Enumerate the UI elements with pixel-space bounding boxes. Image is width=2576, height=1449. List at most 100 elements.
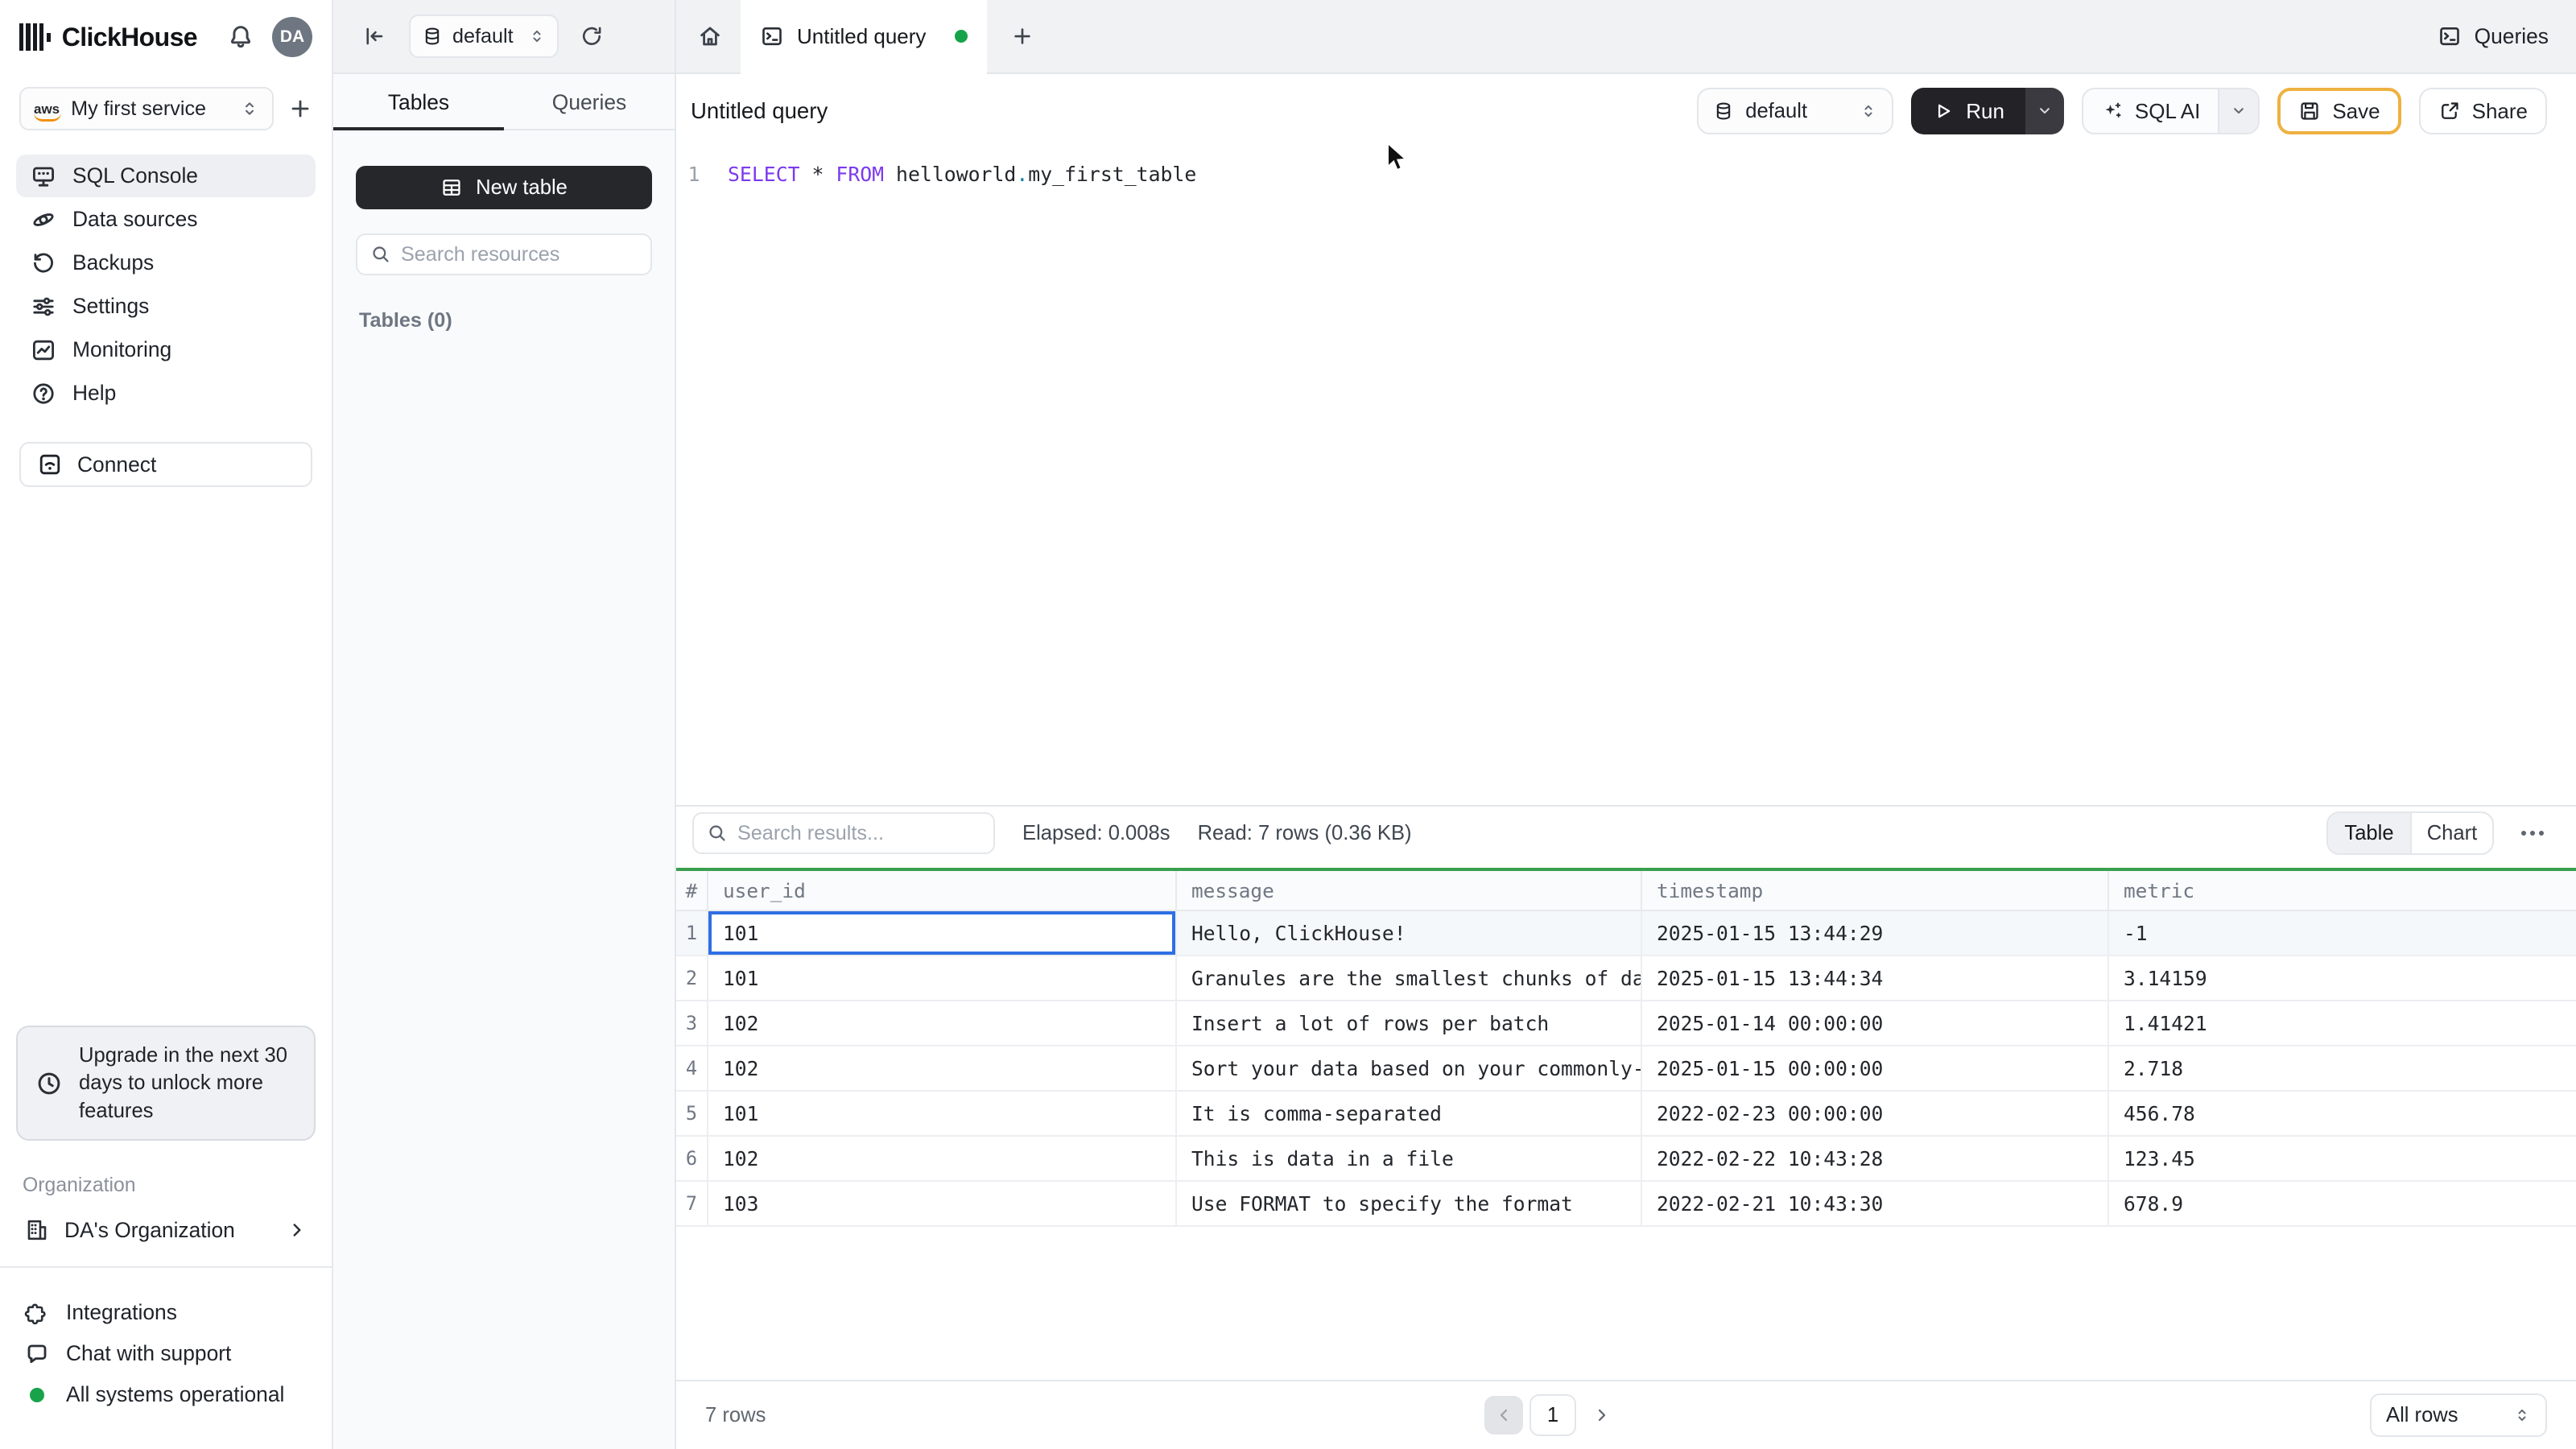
- tab-tables[interactable]: Tables: [333, 74, 504, 130]
- read-stat: Read: 7 rows (0.36 KB): [1197, 821, 1412, 844]
- table-cell[interactable]: 101: [708, 911, 1177, 955]
- more-options-icon[interactable]: [2515, 824, 2550, 842]
- integrations-label: Integrations: [66, 1300, 177, 1325]
- column-header[interactable]: message: [1177, 871, 1642, 910]
- table-cell[interactable]: -1: [2109, 911, 2576, 955]
- share-button[interactable]: Share: [2418, 88, 2547, 134]
- toolbar-buttons: default Run SQL AI Save Share: [1697, 88, 2547, 134]
- avatar[interactable]: DA: [272, 17, 312, 57]
- tab-queries[interactable]: Queries: [504, 74, 675, 130]
- sidebar-item-settings[interactable]: Settings: [16, 285, 316, 328]
- save-button[interactable]: Save: [2277, 88, 2401, 134]
- sidebar-item-backups[interactable]: Backups: [16, 242, 316, 284]
- queries-button[interactable]: Queries: [2438, 24, 2549, 49]
- toolbar-database-selector[interactable]: default: [1697, 88, 1894, 134]
- new-tab-button[interactable]: [1011, 25, 1034, 47]
- sidebar-item-label: Monitoring: [72, 337, 172, 361]
- clock-icon: [35, 1070, 63, 1097]
- row-number-cell[interactable]: 1: [676, 911, 708, 955]
- table-row: 6 102 This is data in a file 2022-02-22 10:…: [676, 1137, 2576, 1182]
- row-number-cell[interactable]: 4: [676, 1046, 708, 1090]
- table-cell[interactable]: 456.78: [2109, 1092, 2576, 1135]
- table-cell[interactable]: Granules are the smallest chunks of data…: [1177, 956, 1642, 1000]
- table-cell[interactable]: 2025-01-15 00:00:00: [1642, 1046, 2109, 1090]
- chevron-updown-icon: [240, 99, 259, 118]
- table-cell[interactable]: 2025-01-15 13:44:34: [1642, 956, 2109, 1000]
- sql-ai-button[interactable]: SQL AI: [2083, 89, 2218, 133]
- home-button[interactable]: [697, 23, 723, 49]
- table-cell[interactable]: 2025-01-15 13:44:29: [1642, 911, 2109, 955]
- table-cell[interactable]: 102: [708, 1046, 1177, 1090]
- table-cell[interactable]: 2022-02-22 10:43:28: [1642, 1137, 2109, 1180]
- sidebar-item-monitoring[interactable]: Monitoring: [16, 328, 316, 371]
- collapse-panel-button[interactable]: [362, 24, 386, 48]
- run-button[interactable]: Run: [1911, 88, 2025, 134]
- previous-page-button[interactable]: [1484, 1396, 1523, 1435]
- row-number-cell[interactable]: 3: [676, 1001, 708, 1045]
- row-number-cell[interactable]: 5: [676, 1092, 708, 1135]
- chat-with-support-link[interactable]: Chat with support: [16, 1333, 316, 1374]
- table-cell[interactable]: 2.718: [2109, 1046, 2576, 1090]
- row-number-cell[interactable]: 2: [676, 956, 708, 1000]
- resources-search-input[interactable]: [401, 242, 638, 266]
- table-cell[interactable]: 1.41421: [2109, 1001, 2576, 1045]
- system-status-link[interactable]: All systems operational: [16, 1374, 316, 1415]
- sql-ai-options-button[interactable]: [2218, 89, 2259, 133]
- current-page[interactable]: 1: [1530, 1394, 1576, 1436]
- run-options-button[interactable]: [2025, 88, 2064, 134]
- page-size-selector[interactable]: All rows: [2370, 1393, 2547, 1437]
- chevron-updown-icon: [1860, 102, 1877, 120]
- share-label: Share: [2471, 98, 2528, 123]
- column-header[interactable]: metric: [2109, 871, 2576, 910]
- chat-bubble-icon: [24, 1341, 50, 1367]
- next-page-button[interactable]: [1583, 1396, 1621, 1435]
- table-cell[interactable]: This is data in a file: [1177, 1137, 1642, 1180]
- table-cell[interactable]: 123.45: [2109, 1137, 2576, 1180]
- table-row: 5 101 It is comma-separated 2022-02-23 00:0…: [676, 1092, 2576, 1137]
- table-cell[interactable]: 678.9: [2109, 1182, 2576, 1225]
- column-header[interactable]: #: [676, 871, 708, 910]
- table-cell[interactable]: 2022-02-21 10:43:30: [1642, 1182, 2109, 1225]
- sql-editor[interactable]: 1 SELECT * FROM helloworld.my_first_tabl…: [676, 159, 2576, 816]
- tab-untitled-query[interactable]: Untitled query: [741, 0, 987, 72]
- row-number-cell[interactable]: 7: [676, 1182, 708, 1225]
- table-cell[interactable]: It is comma-separated: [1177, 1092, 1642, 1135]
- table-cell[interactable]: 103: [708, 1182, 1177, 1225]
- results-search-input[interactable]: [737, 821, 980, 845]
- column-header[interactable]: timestamp: [1642, 871, 2109, 910]
- integrations-link[interactable]: Integrations: [16, 1292, 316, 1333]
- column-header[interactable]: user_id: [708, 871, 1177, 910]
- table-cell[interactable]: Hello, ClickHouse!: [1177, 911, 1642, 955]
- table-cell[interactable]: Insert a lot of rows per batch: [1177, 1001, 1642, 1045]
- new-table-button[interactable]: New table: [356, 166, 652, 209]
- row-number-cell[interactable]: 6: [676, 1137, 708, 1180]
- table-cell[interactable]: 102: [708, 1137, 1177, 1180]
- view-toggle-table[interactable]: Table: [2328, 813, 2410, 853]
- sidebar-item-sql-console[interactable]: SQL Console: [16, 155, 316, 197]
- results-search: [692, 812, 995, 854]
- upgrade-notice[interactable]: Upgrade in the next 30 days to unlock mo…: [16, 1026, 316, 1141]
- refresh-button[interactable]: [580, 24, 604, 48]
- notifications-bell-icon[interactable]: [227, 23, 254, 51]
- table-cell[interactable]: 2022-02-23 00:00:00: [1642, 1092, 2109, 1135]
- add-service-button[interactable]: [288, 97, 312, 121]
- connect-button[interactable]: Connect: [19, 442, 312, 487]
- sidebar-item-help[interactable]: Help: [16, 372, 316, 415]
- database-selector-value: default: [452, 24, 514, 47]
- results-toolbar: Elapsed: 0.008s Read: 7 rows (0.36 KB) T…: [676, 807, 2576, 860]
- database-selector[interactable]: default: [409, 14, 559, 58]
- monitoring-chart-icon: [31, 337, 56, 363]
- sidebar-item-data-sources[interactable]: Data sources: [16, 198, 316, 241]
- table-cell[interactable]: Sort your data based on your commonly-us…: [1177, 1046, 1642, 1090]
- table-cell[interactable]: 2025-01-14 00:00:00: [1642, 1001, 2109, 1045]
- table-cell[interactable]: 101: [708, 1092, 1177, 1135]
- table-cell[interactable]: Use FORMAT to specify the format: [1177, 1182, 1642, 1225]
- page-size-value: All rows: [2386, 1403, 2458, 1426]
- organization-row[interactable]: DA's Organization: [16, 1208, 316, 1252]
- service-selector[interactable]: aws My first service: [19, 87, 274, 130]
- table-cell[interactable]: 101: [708, 956, 1177, 1000]
- table-cell[interactable]: 102: [708, 1001, 1177, 1045]
- view-toggle-chart[interactable]: Chart: [2410, 813, 2492, 853]
- sidebar-footer: Integrations Chat with support All syste…: [16, 1292, 316, 1415]
- table-cell[interactable]: 3.14159: [2109, 956, 2576, 1000]
